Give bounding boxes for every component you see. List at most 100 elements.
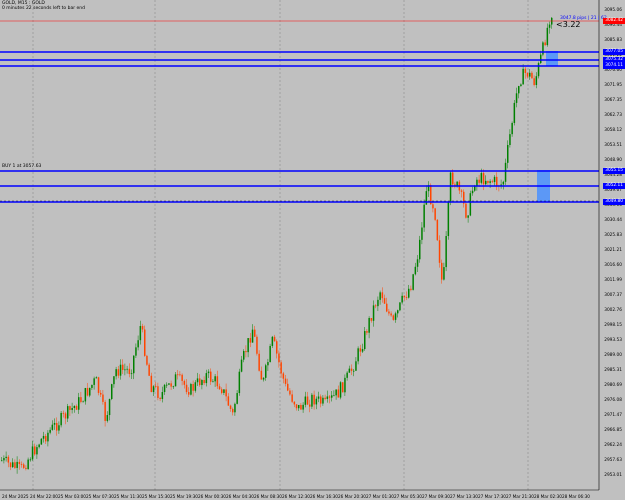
candle-body bbox=[331, 395, 333, 398]
price-tick-label: 3016.60 bbox=[604, 263, 622, 268]
candle-body bbox=[5, 456, 7, 459]
candle-body bbox=[166, 384, 168, 386]
candle-body bbox=[124, 369, 126, 371]
candle-body bbox=[238, 371, 241, 394]
candle-body bbox=[529, 72, 531, 77]
candle-body bbox=[504, 162, 507, 182]
candle-body bbox=[540, 54, 542, 64]
candle-body bbox=[53, 422, 56, 425]
time-tick-label: 26 Mar 04:30 bbox=[226, 494, 254, 499]
candle-body bbox=[137, 340, 139, 348]
candle-body bbox=[95, 377, 98, 379]
candle-body bbox=[526, 72, 529, 77]
candle-body bbox=[328, 396, 331, 398]
candle-body bbox=[201, 379, 203, 386]
time-tick-label: 26 Mar 00:30 bbox=[198, 494, 226, 499]
chart-window[interactable]: GOLD, M15 : GOLD 0 minutes 22 seconds le… bbox=[0, 0, 625, 500]
candle-body bbox=[293, 401, 296, 405]
candle-body bbox=[282, 373, 285, 379]
time-tick-label: 26 Mar 16:30 bbox=[310, 494, 338, 499]
candle-body bbox=[361, 349, 364, 352]
candle-body bbox=[346, 372, 348, 378]
candle-body bbox=[271, 336, 274, 346]
candle-body bbox=[311, 394, 313, 407]
price-tick-label: 3062.73 bbox=[604, 113, 622, 118]
price-chart[interactable] bbox=[0, 0, 625, 500]
candle-body bbox=[408, 288, 410, 298]
candle-body bbox=[416, 259, 419, 267]
candle-body bbox=[216, 376, 219, 387]
candle-body bbox=[45, 435, 47, 442]
time-tick-label: 26 Mar 12:30 bbox=[282, 494, 310, 499]
candle-body bbox=[122, 364, 124, 370]
time-tick-label: 27 Mar 21:30 bbox=[506, 494, 534, 499]
candle-body bbox=[502, 181, 505, 185]
candle-body bbox=[289, 390, 291, 395]
candle-body bbox=[493, 176, 496, 183]
candle-body bbox=[144, 329, 146, 356]
candle-body bbox=[309, 404, 311, 407]
level-marker-resistance-3: 3074.11 bbox=[603, 63, 625, 69]
candle-body bbox=[342, 382, 344, 393]
price-tick-label: 3058.12 bbox=[604, 128, 622, 133]
price-tick-label: 3025.83 bbox=[604, 233, 622, 238]
price-tick-label: 3095.06 bbox=[604, 8, 622, 13]
level-lines bbox=[0, 20, 599, 203]
candle-body bbox=[135, 347, 137, 356]
trade-label[interactable]: BUY 1 at 3057.63 bbox=[2, 164, 41, 169]
candle-body bbox=[414, 266, 417, 275]
pl-value: <3.22 bbox=[556, 20, 581, 29]
price-tick-label: 2993.53 bbox=[604, 338, 622, 343]
candle-body bbox=[267, 362, 269, 366]
candle-body bbox=[522, 68, 524, 85]
candle-body bbox=[155, 386, 157, 388]
supply-zone[interactable] bbox=[546, 51, 558, 66]
candle-body bbox=[93, 378, 95, 385]
candle-body bbox=[509, 134, 511, 146]
candle-body bbox=[465, 203, 467, 218]
candles bbox=[1, 17, 553, 474]
candle-body bbox=[333, 395, 335, 397]
candle-body bbox=[397, 310, 399, 314]
time-tick-label: 27 Mar 17:30 bbox=[478, 494, 506, 499]
candle-body bbox=[108, 399, 111, 416]
candle-body bbox=[133, 355, 135, 374]
candle-body bbox=[203, 379, 205, 384]
candle-body bbox=[97, 377, 100, 393]
price-tick-label: 3071.95 bbox=[604, 83, 622, 88]
candle-body bbox=[119, 364, 122, 376]
time-tick-label: 24 Mar 22:00 bbox=[30, 494, 58, 499]
candle-body bbox=[247, 338, 249, 353]
candle-body bbox=[12, 462, 14, 468]
candle-body bbox=[350, 368, 353, 371]
candle-body bbox=[210, 371, 212, 382]
candle-body bbox=[190, 384, 192, 395]
price-tick-label: 2962.24 bbox=[604, 443, 622, 448]
candle-body bbox=[7, 456, 10, 463]
candle-body bbox=[245, 351, 247, 353]
candle-body bbox=[14, 462, 16, 468]
candle-body bbox=[410, 288, 412, 290]
candle-body bbox=[86, 388, 89, 396]
candle-body bbox=[524, 68, 527, 73]
candle-body bbox=[150, 375, 153, 393]
candle-body bbox=[335, 389, 337, 396]
candle-body bbox=[262, 377, 265, 380]
candle-body bbox=[179, 374, 181, 376]
candle-body bbox=[339, 382, 342, 398]
price-tick-label: 3085.83 bbox=[604, 38, 622, 43]
candle-body bbox=[535, 76, 538, 85]
candle-body bbox=[372, 305, 375, 321]
time-tick-label: 25 Mar 19:30 bbox=[170, 494, 198, 499]
candle-body bbox=[163, 384, 166, 393]
candle-body bbox=[227, 396, 230, 406]
candle-body bbox=[47, 432, 49, 442]
zones bbox=[537, 51, 558, 202]
candle-body bbox=[438, 240, 441, 263]
candle-body bbox=[460, 190, 463, 192]
candle-body bbox=[405, 297, 408, 298]
candle-body bbox=[205, 373, 208, 384]
candle-body bbox=[225, 389, 227, 397]
time-tick-label: 26 Mar 08:30 bbox=[254, 494, 282, 499]
candle-body bbox=[491, 181, 494, 183]
